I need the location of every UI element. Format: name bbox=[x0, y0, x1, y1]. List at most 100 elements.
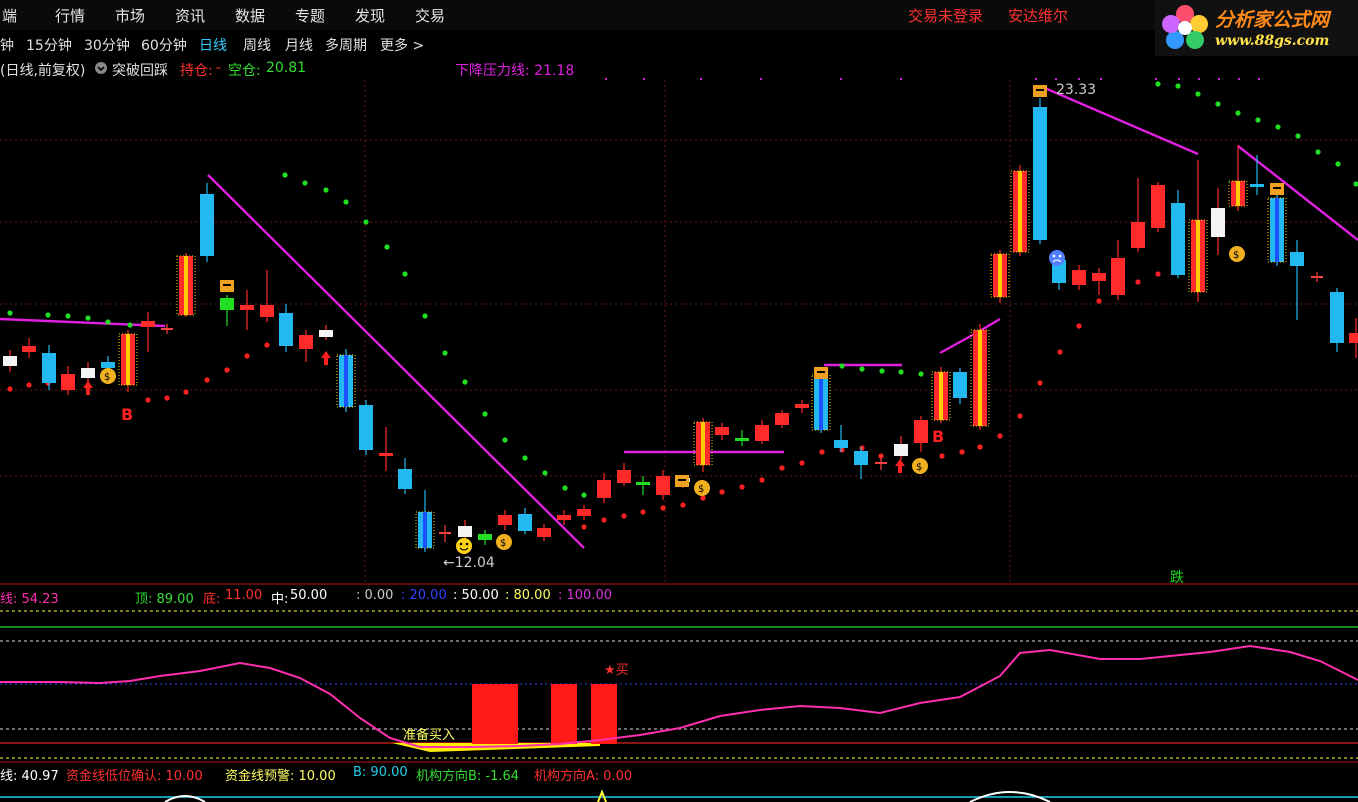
candle-body bbox=[518, 514, 532, 531]
sar-dot-red bbox=[977, 444, 983, 450]
candle-core bbox=[1275, 198, 1279, 262]
oscillator-legend: 线: 54.23 顶: 89.00 底: 11.00 中: 50.00 : 0.… bbox=[0, 588, 1358, 607]
sar-dot-red bbox=[839, 447, 845, 453]
sar-dot-red bbox=[1017, 413, 1023, 419]
fund-dir-b: 机构方向B: -1.64 bbox=[416, 769, 520, 784]
osc-level-50: : 50.00 bbox=[453, 588, 499, 603]
money-bag-icon: $ bbox=[912, 458, 928, 474]
low-price-label: ←12.04 bbox=[443, 555, 495, 571]
sar-dot-red bbox=[183, 389, 189, 395]
candle-body bbox=[319, 330, 333, 337]
candle-body bbox=[775, 413, 789, 425]
sar-dot-green bbox=[1335, 161, 1341, 167]
sar-dot-red bbox=[959, 449, 965, 455]
sar-dot-green bbox=[402, 271, 408, 277]
sar-dot-red bbox=[859, 445, 865, 451]
candlestick-chart[interactable]: $ $ $ $ $ 23.33 ←12.04 B B 跌 准备买入 ★买 bbox=[0, 0, 1358, 802]
candle-body bbox=[101, 362, 115, 368]
sar-dot-red bbox=[1096, 298, 1102, 304]
sar-dot-green bbox=[581, 492, 587, 498]
osc-level-100: : 100.00 bbox=[558, 588, 612, 603]
candle-body bbox=[1072, 270, 1086, 285]
fund-flow-panel bbox=[0, 789, 1358, 802]
sar-dot-green bbox=[522, 455, 528, 461]
sar-dot-red bbox=[660, 505, 666, 511]
svg-text:$: $ bbox=[500, 538, 506, 549]
sign-board-icon bbox=[675, 475, 689, 487]
sar-dot-green bbox=[839, 363, 845, 369]
candle-core bbox=[998, 254, 1002, 297]
candle-body bbox=[755, 425, 769, 441]
sign-board-icon bbox=[1270, 183, 1284, 195]
candle-core bbox=[978, 330, 982, 426]
candle-body bbox=[1131, 222, 1145, 248]
signal-markers: $ $ $ $ $ bbox=[83, 85, 1284, 554]
sar-dot-red bbox=[779, 465, 785, 471]
candle-body bbox=[557, 515, 571, 520]
sar-dot-red bbox=[819, 449, 825, 455]
sar-dot-red bbox=[621, 513, 627, 519]
sar-dots-green bbox=[7, 81, 1358, 498]
sign-board-icon bbox=[1033, 85, 1047, 97]
sar-dot-green bbox=[363, 219, 369, 225]
candle-body bbox=[795, 404, 809, 408]
oscillator-panel: 准备买入 ★买 bbox=[0, 610, 1358, 759]
prepare-buy-label: 准备买入 bbox=[403, 727, 455, 743]
candle-body bbox=[854, 451, 868, 465]
osc-line-value: 线: 54.23 bbox=[0, 592, 59, 607]
sar-dot-green bbox=[1235, 110, 1241, 116]
sign-board-icon bbox=[814, 367, 828, 379]
sar-dot-red bbox=[997, 433, 1003, 439]
sar-dot-red bbox=[680, 502, 686, 508]
sar-dot-red bbox=[1155, 271, 1161, 277]
high-price-label: 23.33 bbox=[1056, 82, 1096, 98]
candle-core bbox=[344, 355, 348, 407]
candle-core bbox=[939, 372, 943, 420]
sar-dot-green bbox=[323, 187, 329, 193]
sar-dot-red bbox=[164, 395, 170, 401]
sar-dot-green bbox=[343, 199, 349, 205]
candle-body bbox=[1171, 203, 1185, 275]
sar-dot-green bbox=[1175, 83, 1181, 89]
fund-low-confirm: 资金线低位确认: 10.00 bbox=[66, 769, 203, 784]
candle-body bbox=[577, 509, 591, 516]
candle-core bbox=[819, 375, 823, 430]
money-bag-icon: $ bbox=[694, 480, 710, 496]
candle-body bbox=[953, 372, 967, 398]
osc-top-value: 顶: 89.00 bbox=[135, 592, 194, 607]
candle-body bbox=[458, 526, 472, 537]
osc-level-80: : 80.00 bbox=[505, 588, 551, 603]
sar-dot-red bbox=[1135, 279, 1141, 285]
sar-dot-red bbox=[1076, 323, 1082, 329]
buy-signal-b1: B bbox=[121, 405, 133, 424]
sar-dot-green bbox=[898, 369, 904, 375]
fund-flow-legend: 线: 40.97 资金线低位确认: 10.00 资金线预警: 10.00 B: … bbox=[0, 765, 1358, 784]
svg-text:$: $ bbox=[104, 372, 110, 383]
candle-body bbox=[1330, 292, 1344, 343]
candle-body bbox=[735, 438, 749, 441]
money-bag-icon: $ bbox=[100, 368, 116, 384]
svg-text:$: $ bbox=[1233, 250, 1239, 261]
sar-dot-green bbox=[442, 350, 448, 356]
candle-body bbox=[1111, 258, 1125, 295]
sar-dot-green bbox=[562, 485, 568, 491]
sar-dot-green bbox=[1255, 117, 1261, 123]
candle-body bbox=[1211, 208, 1225, 237]
sar-dot-red bbox=[640, 509, 646, 515]
sar-dot-red bbox=[7, 386, 13, 392]
svg-text:$: $ bbox=[916, 462, 922, 473]
sar-dot-green bbox=[422, 313, 428, 319]
buy-star-label: ★买 bbox=[604, 663, 629, 678]
sar-dot-red bbox=[224, 367, 230, 373]
sar-dot-green bbox=[879, 368, 885, 374]
sar-dot-red bbox=[719, 489, 725, 495]
sar-dot-green bbox=[1195, 91, 1201, 97]
fund-line-value: 线: 40.97 bbox=[0, 769, 59, 784]
sar-dot-red bbox=[939, 453, 945, 459]
sar-dot-red bbox=[264, 342, 270, 348]
sad-face-icon bbox=[1049, 250, 1065, 266]
osc-mid-label: 中: bbox=[271, 592, 289, 607]
sar-dot-green bbox=[1275, 124, 1281, 130]
sar-dot-green bbox=[482, 411, 488, 417]
candle-body bbox=[1250, 184, 1264, 187]
